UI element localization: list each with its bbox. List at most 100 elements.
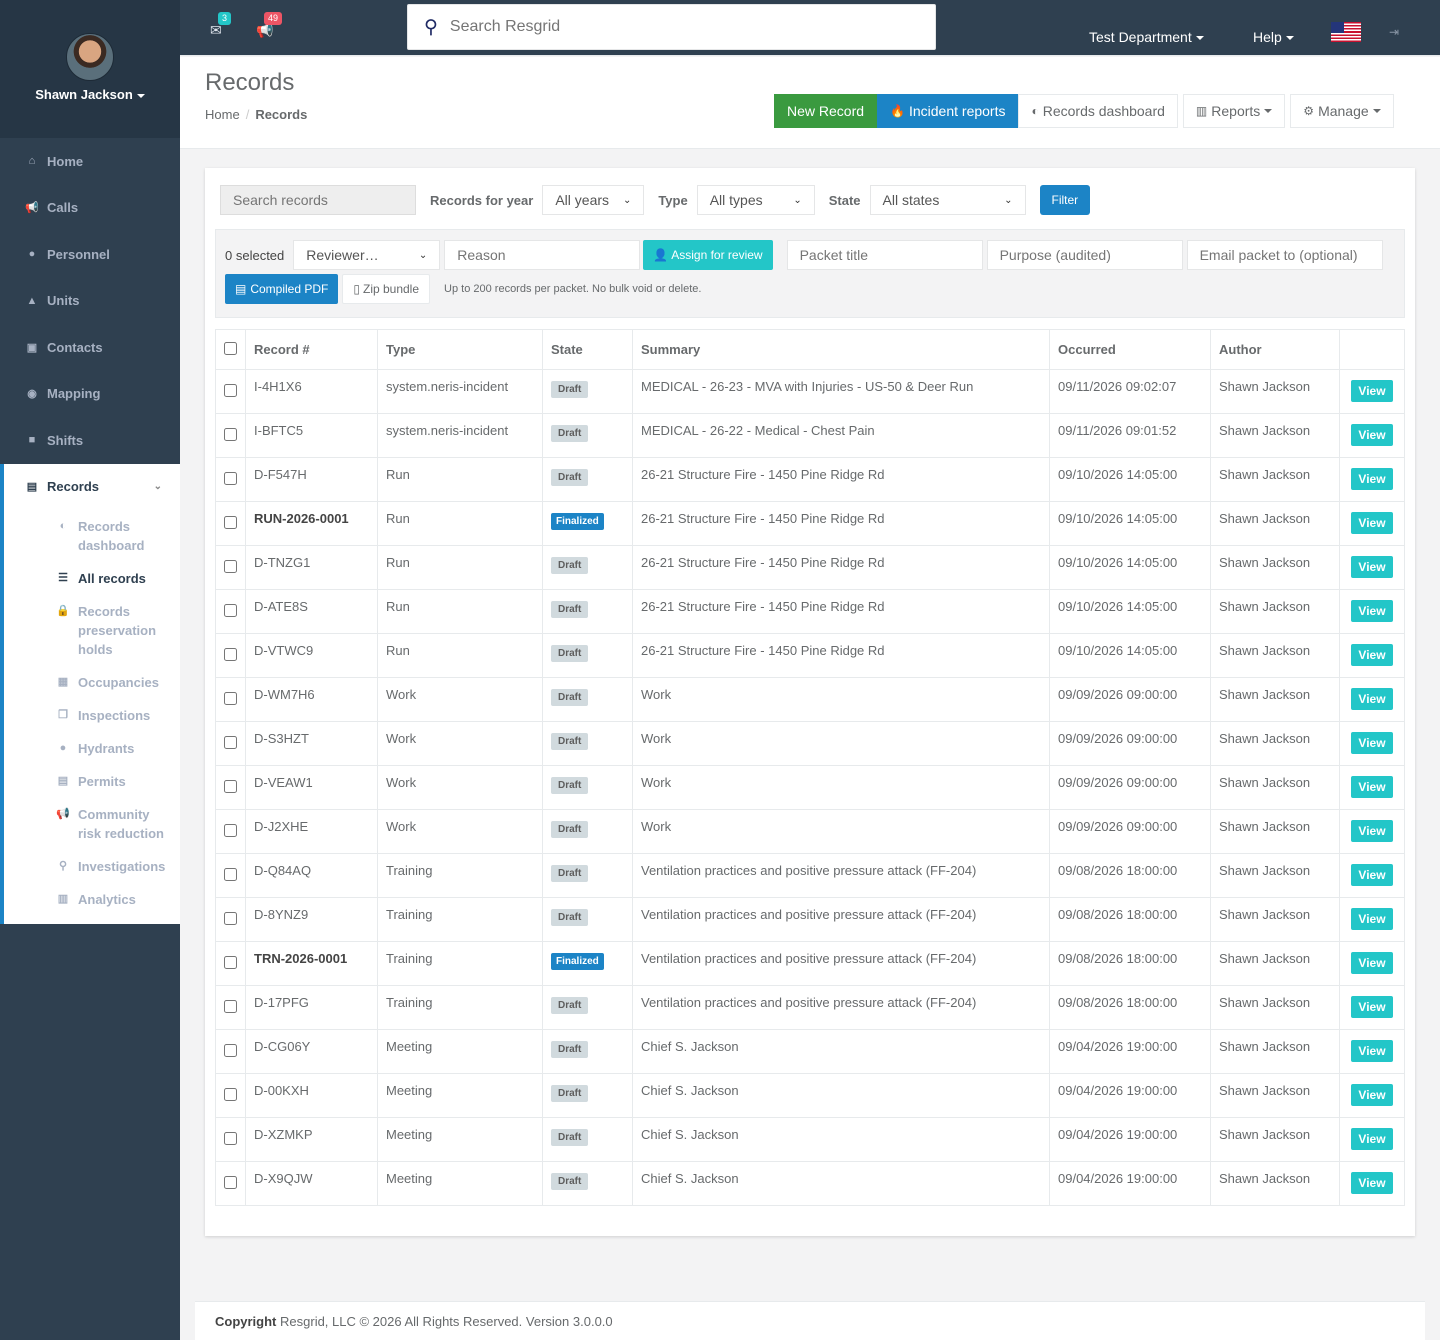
row-checkbox[interactable]	[224, 1087, 237, 1101]
year-select[interactable]: All years ⌄	[542, 185, 645, 215]
record-id[interactable]: D-F547H	[245, 457, 378, 502]
state-select[interactable]: All states ⌄	[869, 185, 1026, 215]
row-checkbox[interactable]	[224, 471, 237, 485]
view-button[interactable]: View	[1351, 1040, 1393, 1062]
avatar[interactable]	[66, 33, 114, 81]
row-checkbox[interactable]	[224, 911, 237, 925]
table-row[interactable]: D-WM7H6 Work Draft Work 09/09/2026 09:00:00 S…	[215, 677, 1405, 722]
purpose-input[interactable]	[986, 240, 1183, 270]
view-button[interactable]: View	[1351, 820, 1393, 842]
header-author[interactable]: Author	[1210, 329, 1340, 370]
header-record[interactable]: Record #	[245, 329, 378, 370]
breadcrumb-home[interactable]: Home	[205, 107, 240, 122]
view-button[interactable]: View	[1351, 732, 1393, 754]
header-state[interactable]: State	[542, 329, 633, 370]
subnav-item-permits[interactable]: ▤ Permits	[4, 765, 180, 798]
view-button[interactable]: View	[1351, 600, 1393, 622]
view-button[interactable]: View	[1351, 644, 1393, 666]
record-id[interactable]: TRN-2026-0001	[245, 941, 378, 986]
view-button[interactable]: View	[1351, 908, 1393, 930]
incident-reports-button[interactable]: 🔥 Incident reports	[877, 94, 1019, 128]
row-checkbox[interactable]	[224, 559, 237, 573]
reviewer-select[interactable]: Reviewer… ⌄	[293, 240, 441, 270]
help-dropdown[interactable]: Help	[1253, 29, 1294, 45]
view-button[interactable]: View	[1351, 688, 1393, 710]
row-checkbox[interactable]	[224, 427, 237, 441]
email-packet-input[interactable]	[1186, 240, 1383, 270]
table-row[interactable]: D-S3HZT Work Draft Work 09/09/2026 09:00:00 S…	[215, 721, 1405, 766]
row-checkbox[interactable]	[224, 1131, 237, 1145]
subnav-item-inspections[interactable]: ❐ Inspections	[4, 699, 180, 732]
record-id[interactable]: RUN-2026-0001	[245, 501, 378, 546]
table-row[interactable]: D-F547H Run Draft 26-21 Structure Fire - 14…	[215, 457, 1405, 502]
nav-item-calls[interactable]: 📢 Calls	[0, 185, 180, 232]
row-checkbox[interactable]	[224, 823, 237, 837]
nav-item-contacts[interactable]: ▣ Contacts	[0, 324, 180, 371]
nav-item-records[interactable]: ▤ Records ⌄	[4, 464, 180, 511]
filter-button[interactable]: Filter	[1039, 185, 1091, 215]
table-row[interactable]: I-4H1X6 system.neris-incident Draft MEDICAL…	[215, 369, 1405, 414]
view-button[interactable]: View	[1351, 952, 1393, 974]
view-button[interactable]: View	[1351, 1084, 1393, 1106]
view-button[interactable]: View	[1351, 996, 1393, 1018]
record-id[interactable]: I-BFTC5	[245, 413, 378, 458]
table-row[interactable]: I-BFTC5 system.neris-incident Draft MEDICAL…	[215, 413, 1405, 458]
record-id[interactable]: D-J2XHE	[245, 809, 378, 854]
row-checkbox[interactable]	[224, 867, 237, 881]
reports-dropdown[interactable]: ▥ Reports	[1182, 94, 1286, 128]
table-row[interactable]: D-VEAW1 Work Draft Work 09/09/2026 09:00:00 S…	[215, 765, 1405, 810]
record-id[interactable]: D-17PFG	[245, 985, 378, 1030]
view-button[interactable]: View	[1351, 556, 1393, 578]
row-checkbox[interactable]	[224, 383, 237, 397]
record-id[interactable]: D-ATE8S	[245, 589, 378, 634]
header-type[interactable]: Type	[377, 329, 543, 370]
record-id[interactable]: D-TNZG1	[245, 545, 378, 590]
table-row[interactable]: D-8YNZ9 Training Draft Ventilation practice…	[215, 897, 1405, 942]
search-records-input[interactable]	[220, 185, 416, 215]
row-checkbox[interactable]	[224, 1043, 237, 1057]
subnav-item-investigations[interactable]: ⚲ Investigations	[4, 850, 180, 883]
view-button[interactable]: View	[1351, 468, 1393, 490]
header-occurred[interactable]: Occurred	[1049, 329, 1211, 370]
table-row[interactable]: RUN-2026-0001 Run Finalized 26-21 Structure…	[215, 501, 1405, 546]
manage-dropdown[interactable]: ⚙ Manage	[1290, 94, 1394, 128]
row-checkbox[interactable]	[224, 691, 237, 705]
table-row[interactable]: D-J2XHE Work Draft Work 09/09/2026 09:00:00 S…	[215, 809, 1405, 854]
table-row[interactable]: TRN-2026-0001 Training Finalized Ventilatio…	[215, 941, 1405, 986]
row-checkbox[interactable]	[224, 1175, 237, 1189]
row-checkbox[interactable]	[224, 779, 237, 793]
record-id[interactable]: D-XZMKP	[245, 1117, 378, 1162]
row-checkbox[interactable]	[224, 603, 237, 617]
table-row[interactable]: D-X9QJW Meeting Draft Chief S. Jackson 09/04…	[215, 1161, 1405, 1206]
record-id[interactable]: D-VEAW1	[245, 765, 378, 810]
view-button[interactable]: View	[1351, 776, 1393, 798]
subnav-item-records-dashboard[interactable]: ◐ Records dashboard	[4, 510, 180, 562]
view-button[interactable]: View	[1351, 512, 1393, 534]
department-dropdown[interactable]: Test Department	[1089, 29, 1204, 45]
record-id[interactable]: D-X9QJW	[245, 1161, 378, 1206]
view-button[interactable]: View	[1351, 864, 1393, 886]
row-checkbox[interactable]	[224, 999, 237, 1013]
table-row[interactable]: D-17PFG Training Draft Ventilation practice…	[215, 985, 1405, 1030]
subnav-item-community-risk-reduction[interactable]: 📢 Community risk reduction	[4, 798, 180, 850]
record-id[interactable]: D-00KXH	[245, 1073, 378, 1118]
table-row[interactable]: D-ATE8S Run Draft 26-21 Structure Fire - 14…	[215, 589, 1405, 634]
nav-item-personnel[interactable]: ● Personnel	[0, 231, 180, 278]
subnav-item-all-records[interactable]: ☰ All records	[4, 562, 180, 595]
new-record-button[interactable]: New Record	[774, 94, 878, 128]
record-id[interactable]: D-WM7H6	[245, 677, 378, 722]
view-button[interactable]: View	[1351, 1128, 1393, 1150]
view-button[interactable]: View	[1351, 380, 1393, 402]
table-row[interactable]: D-00KXH Meeting Draft Chief S. Jackson 09/04…	[215, 1073, 1405, 1118]
header-summary[interactable]: Summary	[632, 329, 1050, 370]
subnav-item-occupancies[interactable]: ▦ Occupancies	[4, 666, 180, 699]
global-search-input[interactable]	[449, 18, 890, 36]
record-id[interactable]: D-VTWC9	[245, 633, 378, 678]
row-checkbox[interactable]	[224, 955, 237, 969]
subnav-item-records-preservation-holds[interactable]: 🔒 Records preservation holds	[4, 595, 180, 666]
table-row[interactable]: D-TNZG1 Run Draft 26-21 Structure Fire - 14…	[215, 545, 1405, 590]
alerts-button[interactable]: 📢 49	[256, 12, 283, 39]
view-button[interactable]: View	[1351, 1172, 1393, 1194]
type-select[interactable]: All types ⌄	[696, 185, 815, 215]
packet-title-input[interactable]	[786, 240, 983, 270]
